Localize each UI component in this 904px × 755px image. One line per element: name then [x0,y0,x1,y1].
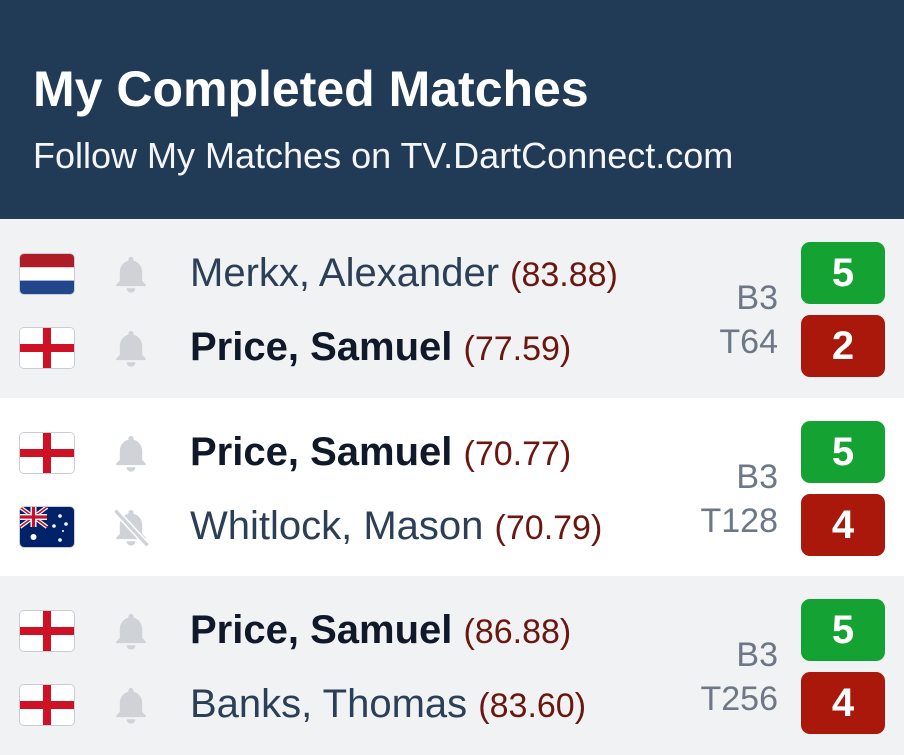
player-row: Merkx, Alexander (83.88) B3 5 [0,237,904,317]
score-badge-win: 5 [801,599,885,661]
player-name-text[interactable]: Merkx, Alexander (83.88) [190,237,618,311]
bell-icon[interactable] [109,684,153,728]
bell-icon[interactable] [109,327,153,371]
player-name-text[interactable]: Price, Samuel (70.77) [190,416,571,490]
player-row: Price, Samuel (86.88) B3 5 [0,594,904,674]
player-name-text[interactable]: Price, Samuel (86.88) [190,594,571,668]
bell-icon[interactable] [109,253,153,297]
score-badge-loss: 2 [801,315,885,377]
page-header: My Completed Matches Follow My Matches o… [0,0,904,219]
player-average: (83.60) [478,687,587,725]
match-stage: T128 [700,502,779,540]
score-badge-loss: 4 [801,672,885,734]
player-name[interactable]: Price, Samuel [190,325,452,369]
player-average: (83.88) [510,256,618,294]
match-stage: T256 [700,680,779,718]
england-flag-icon [20,328,74,368]
score-badge-loss: 4 [801,494,885,556]
player-name-text[interactable]: Price, Samuel (77.59) [190,311,571,385]
player-name-text[interactable]: Banks, Thomas (83.60) [190,668,586,742]
england-flag-icon [20,685,74,725]
player-name[interactable]: Merkx, Alexander [190,251,499,295]
bell-icon[interactable] [109,432,153,476]
page-subtitle: Follow My Matches on TV.DartConnect.com [33,135,734,176]
player-average: (77.59) [463,330,572,368]
bell-off-icon[interactable] [109,506,153,550]
bell-icon[interactable] [109,610,153,654]
match-card[interactable]: Merkx, Alexander (83.88) B3 5 Price, Sam… [0,219,904,398]
player-name[interactable]: Banks, Thomas [190,682,467,726]
england-flag-icon [20,611,74,651]
player-name[interactable]: Price, Samuel [190,608,452,652]
player-average: (86.88) [463,613,572,651]
player-name[interactable]: Whitlock, Mason [190,504,483,548]
player-row: Price, Samuel (70.77) B3 5 [0,416,904,496]
match-card[interactable]: Price, Samuel (86.88) B3 5 Banks, Thomas… [0,576,904,755]
player-average: (70.79) [494,509,603,547]
player-average: (70.77) [463,435,572,473]
player-name-text[interactable]: Whitlock, Mason (70.79) [190,490,602,564]
match-card[interactable]: Price, Samuel (70.77) B3 5 Whitlock, Mas… [0,398,904,576]
australia-flag-icon [20,507,74,547]
netherlands-flag-icon [20,254,74,294]
player-name[interactable]: Price, Samuel [190,430,452,474]
score-badge-win: 5 [801,421,885,483]
score-badge-win: 5 [801,242,885,304]
page-title: My Completed Matches [33,61,589,117]
england-flag-icon [20,433,74,473]
match-stage: T64 [719,323,778,361]
